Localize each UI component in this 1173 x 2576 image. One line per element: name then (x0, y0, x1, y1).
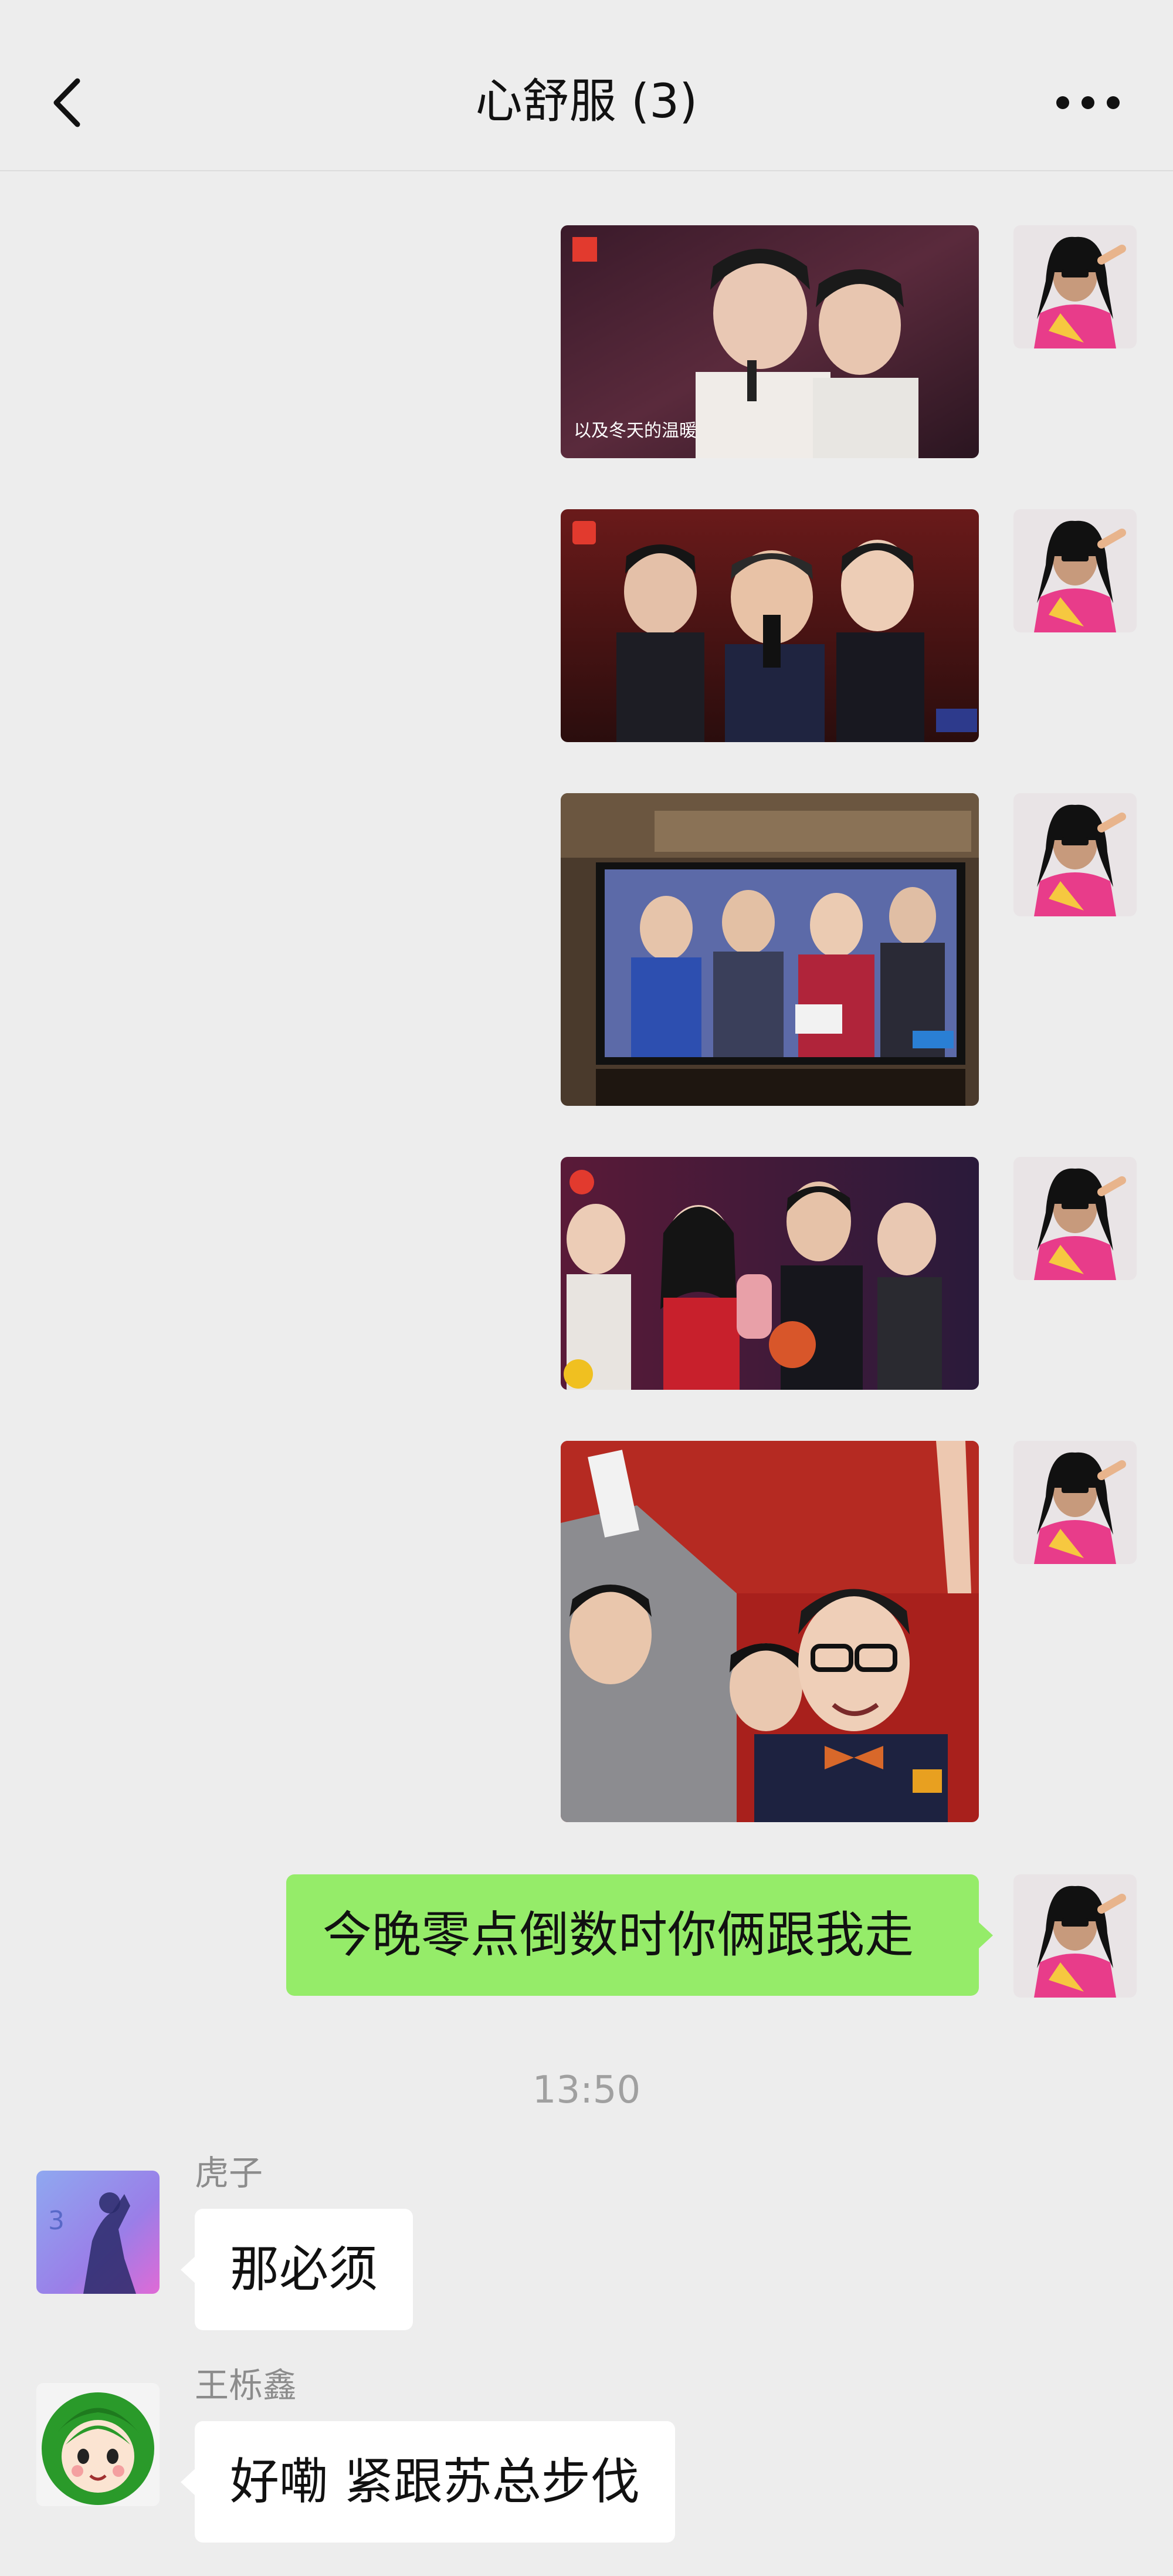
avatar-badge: 3 (48, 2206, 65, 2236)
tv-broadcast-image: 以及冬天的温暖 (561, 225, 979, 458)
stage-singer-image (561, 1157, 979, 1390)
tv-logo-icon (572, 237, 597, 262)
my-message-bubble[interactable]: 今晚零点倒数时你俩跟我走 (286, 1874, 993, 1996)
sender-name: 王栎鑫 (195, 2365, 297, 2405)
selfie-image (561, 1441, 979, 1822)
chat-photo-2[interactable] (561, 509, 979, 742)
nav-bar: 心舒服 (3) (0, 0, 1173, 171)
photo-caption: 以及冬天的温暖 (574, 421, 697, 441)
chat-photo-5[interactable] (561, 1441, 979, 1822)
my-avatar[interactable] (1013, 225, 1137, 348)
hu-avatar[interactable]: 3 (36, 2171, 160, 2294)
my-avatar[interactable] (1013, 509, 1137, 632)
chat-photo-1[interactable]: 以及冬天的温暖 (561, 225, 979, 458)
more-horizontal-icon (1056, 96, 1120, 109)
message-bubble[interactable]: 好嘞 紧跟苏总步伐 (181, 2421, 675, 2543)
my-avatar[interactable] (1013, 1874, 1137, 1998)
chat-photo-4[interactable] (561, 1157, 979, 1390)
sender-name: 虎子 (195, 2153, 263, 2193)
my-avatar[interactable] (1013, 1441, 1137, 1564)
message-bubble[interactable]: 那必须 (180, 2209, 413, 2330)
tv-screen-image (561, 793, 979, 1106)
tv-logo-icon (569, 1170, 594, 1194)
stage-group-image (561, 509, 979, 742)
message-timestamp: 13:50 (532, 2069, 641, 2112)
tv-logo-icon (572, 521, 596, 544)
more-button[interactable] (1050, 76, 1126, 129)
chat-photo-3[interactable] (561, 793, 979, 1106)
my-avatar[interactable] (1013, 1157, 1137, 1280)
chat-title: 心舒服 (3) (475, 74, 698, 128)
wang-avatar[interactable] (36, 2383, 160, 2506)
my-avatar[interactable] (1013, 793, 1137, 916)
